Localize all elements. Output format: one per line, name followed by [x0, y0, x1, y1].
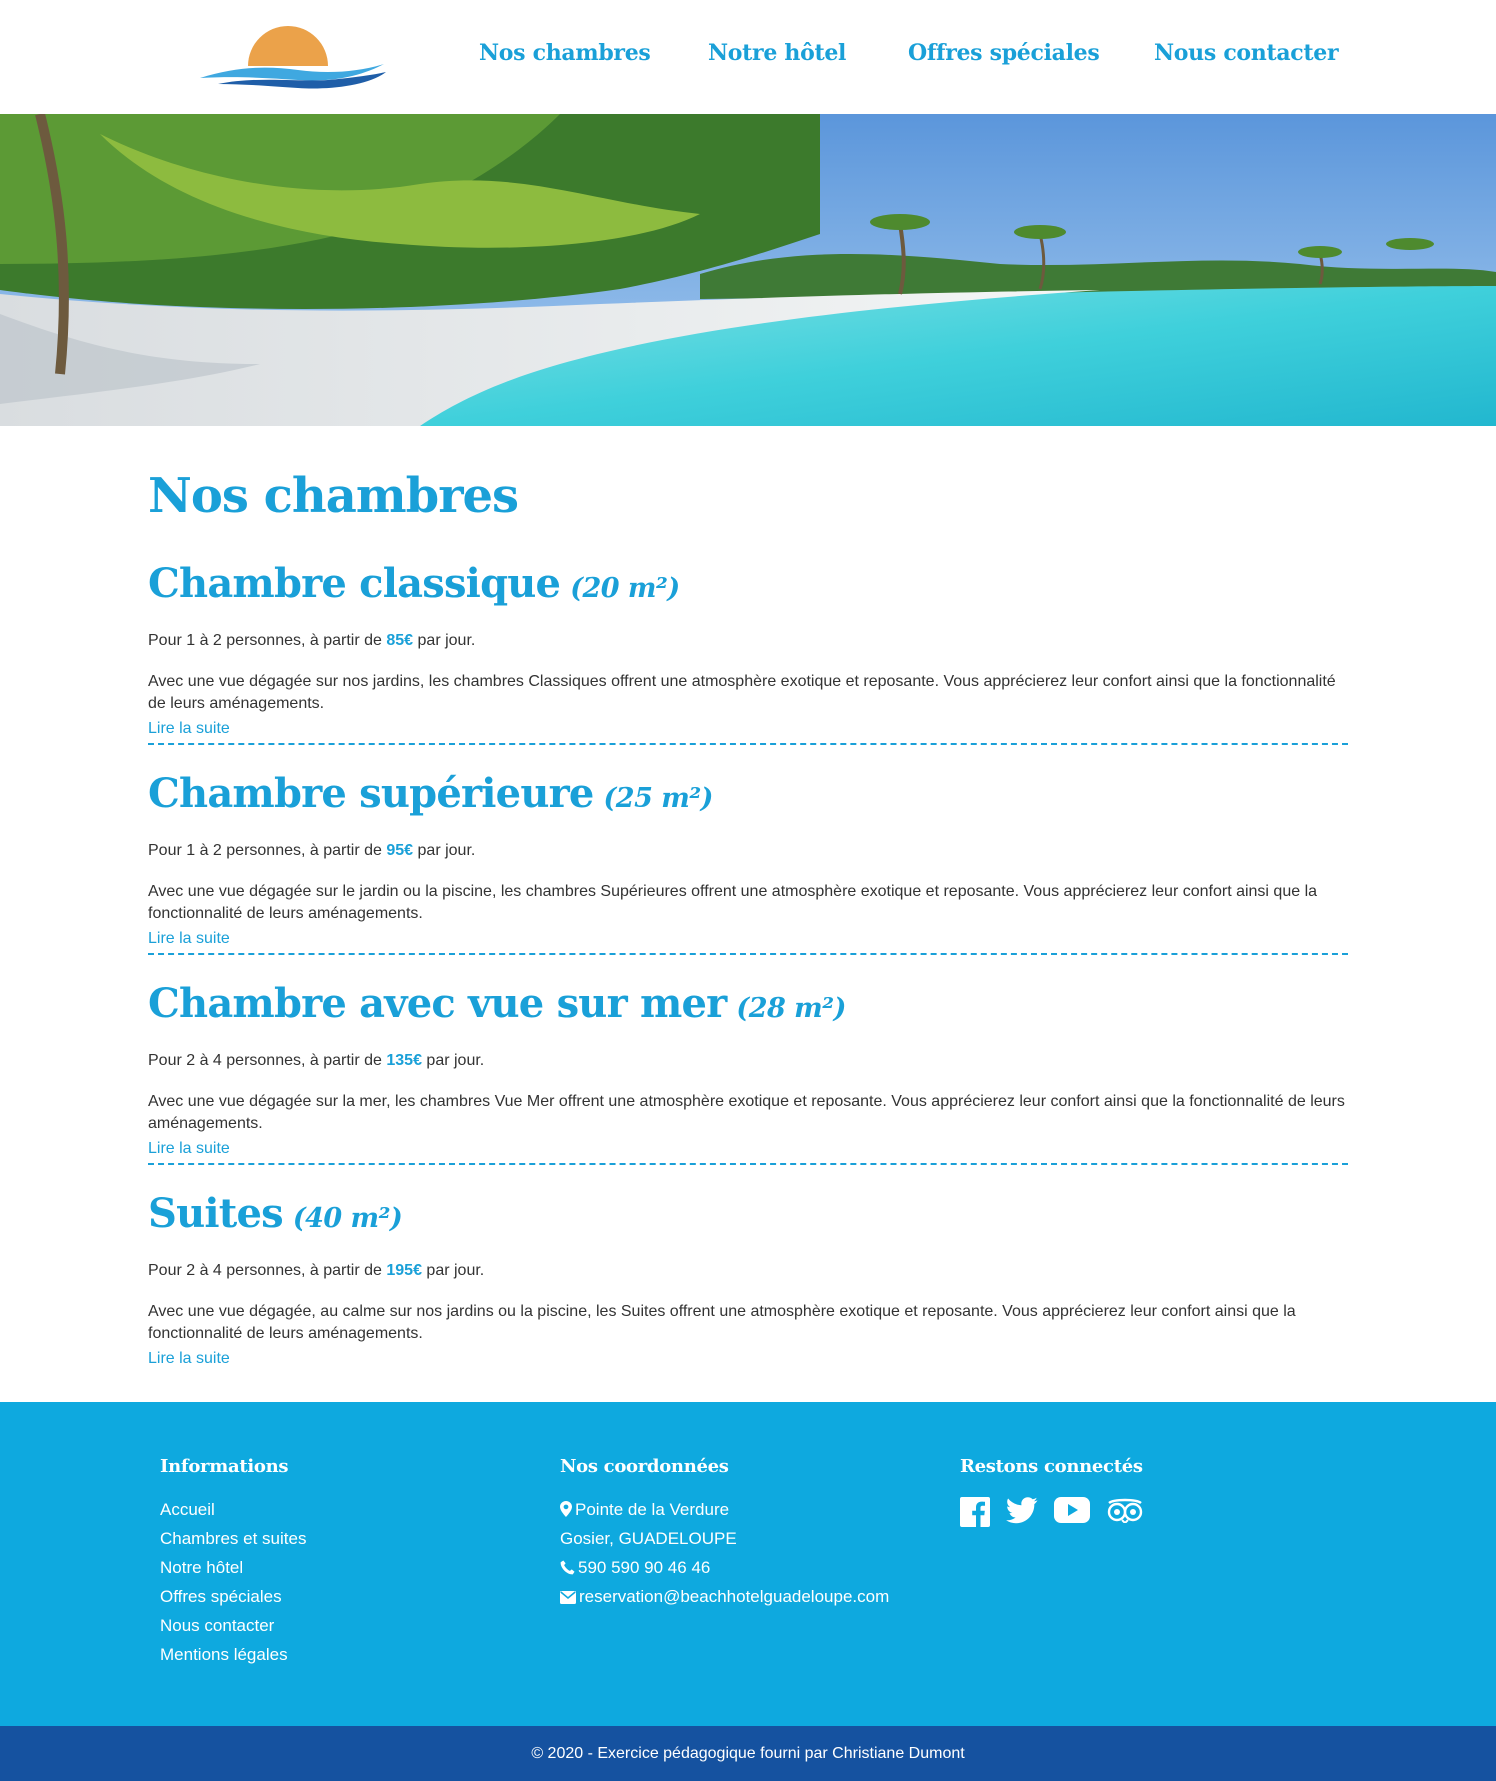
youtube-icon[interactable] [1054, 1497, 1090, 1527]
room-title: Chambre supérieure (25 m²) [148, 770, 713, 817]
footer-heading: Informations [160, 1456, 289, 1477]
room-card-superieure: Chambre supérieure (25 m²) Pour 1 à 2 per… [148, 770, 1348, 980]
footer-restons-connectes: Restons connectés [960, 1456, 1160, 1527]
room-price-line: Pour 2 à 4 personnes, à partir de 195€ p… [148, 1262, 484, 1280]
room-name: Chambre classique [148, 560, 561, 607]
email-line: reservation@beachhotelguadeloupe.com [560, 1582, 889, 1611]
room-name: Chambre avec vue sur mer [148, 980, 727, 1027]
price-suffix: par jour. [421, 1052, 485, 1069]
room-card-suites: Suites (40 m²) Pour 2 à 4 personnes, à pa… [148, 1190, 1348, 1400]
read-more-link[interactable]: Lire la suite [148, 720, 230, 738]
address-line-2: Gosier, GUADELOUPE [560, 1529, 737, 1548]
envelope-icon [560, 1587, 579, 1606]
footer-link-offres[interactable]: Offres spéciales [160, 1587, 282, 1606]
room-divider [148, 743, 1348, 745]
twitter-icon[interactable] [1006, 1497, 1038, 1527]
page-title: Nos chambres [148, 468, 519, 524]
room-description: Avec une vue dégagée sur nos jardins, le… [148, 673, 1336, 712]
room-area: (28 m²) [736, 993, 846, 1024]
social-links [960, 1497, 1160, 1527]
footer-informations: Informations Accueil Chambres et suites … [160, 1456, 306, 1669]
room-description: Avec une vue dégagée sur la mer, les cha… [148, 1093, 1345, 1132]
site-footer: Informations Accueil Chambres et suites … [0, 1402, 1496, 1726]
nav-notre-hotel[interactable]: Notre hôtel [708, 40, 846, 66]
room-card-classique: Chambre classique (20 m²) Pour 1 à 2 pers… [148, 560, 1348, 770]
footer-link-mentions[interactable]: Mentions légales [160, 1645, 288, 1664]
room-divider [148, 1163, 1348, 1165]
room-price-line: Pour 1 à 2 personnes, à partir de 85€ pa… [148, 632, 475, 650]
facebook-icon[interactable] [960, 1497, 990, 1527]
room-name: Chambre supérieure [148, 770, 594, 817]
nav-nous-contacter[interactable]: Nous contacter [1154, 40, 1339, 66]
footer-heading: Nos coordonnées [560, 1456, 729, 1477]
price-suffix: par jour. [413, 842, 476, 859]
read-more-link[interactable]: Lire la suite [148, 1140, 230, 1158]
footer-link-contact[interactable]: Nous contacter [160, 1616, 274, 1635]
room-title: Chambre classique (20 m²) [148, 560, 680, 607]
room-name: Suites [148, 1190, 284, 1237]
room-price-line: Pour 2 à 4 personnes, à partir de 135€ p… [148, 1052, 484, 1070]
price-prefix: Pour 1 à 2 personnes, à partir de [148, 632, 387, 649]
price-suffix: par jour. [413, 632, 476, 649]
hero-beach-image [0, 114, 1496, 426]
footer-coordonnees: Nos coordonnées Pointe de la Verdure Gos… [560, 1456, 889, 1611]
address-line-1: Pointe de la Verdure [560, 1495, 889, 1524]
phone-line: 590 590 90 46 46 [560, 1553, 889, 1582]
nav-nos-chambres[interactable]: Nos chambres [479, 40, 651, 66]
room-card-vue-mer: Chambre avec vue sur mer (28 m²) Pour 2 à… [148, 980, 1348, 1190]
footer-link-chambres[interactable]: Chambres et suites [160, 1529, 306, 1548]
room-price: 195€ [386, 1262, 422, 1279]
room-description: Avec une vue dégagée, au calme sur nos j… [148, 1303, 1296, 1342]
nav-offres-speciales[interactable]: Offres spéciales [908, 40, 1100, 66]
room-title: Chambre avec vue sur mer (28 m²) [148, 980, 846, 1027]
price-prefix: Pour 2 à 4 personnes, à partir de [148, 1052, 387, 1069]
read-more-link[interactable]: Lire la suite [148, 930, 230, 948]
copyright-bar: © 2020 - Exercice pédagogique fourni par… [0, 1726, 1496, 1781]
main-nav: Nos chambres Notre hôtel Offres spéciale… [0, 40, 1496, 74]
room-area: (20 m²) [570, 573, 680, 604]
footer-heading: Restons connectés [960, 1456, 1143, 1477]
room-area: (25 m²) [603, 783, 714, 814]
room-price: 85€ [386, 632, 414, 649]
tripadvisor-icon[interactable] [1106, 1497, 1144, 1527]
room-price-line: Pour 1 à 2 personnes, à partir de 95€ pa… [148, 842, 475, 860]
room-price: 95€ [386, 842, 414, 859]
footer-link-accueil[interactable]: Accueil [160, 1500, 215, 1519]
room-divider [148, 953, 1348, 955]
phone-icon [560, 1558, 578, 1577]
room-area: (40 m²) [292, 1203, 403, 1234]
price-suffix: par jour. [421, 1262, 485, 1279]
room-description: Avec une vue dégagée sur le jardin ou la… [148, 883, 1318, 922]
price-prefix: Pour 2 à 4 personnes, à partir de [148, 1262, 387, 1279]
room-title: Suites (40 m²) [148, 1190, 403, 1237]
price-prefix: Pour 1 à 2 personnes, à partir de [148, 842, 387, 859]
room-price: 135€ [386, 1052, 422, 1069]
footer-link-hotel[interactable]: Notre hôtel [160, 1558, 243, 1577]
site-header: Nos chambres Notre hôtel Offres spéciale… [0, 0, 1496, 114]
read-more-link[interactable]: Lire la suite [148, 1350, 230, 1368]
map-marker-icon [560, 1500, 575, 1519]
